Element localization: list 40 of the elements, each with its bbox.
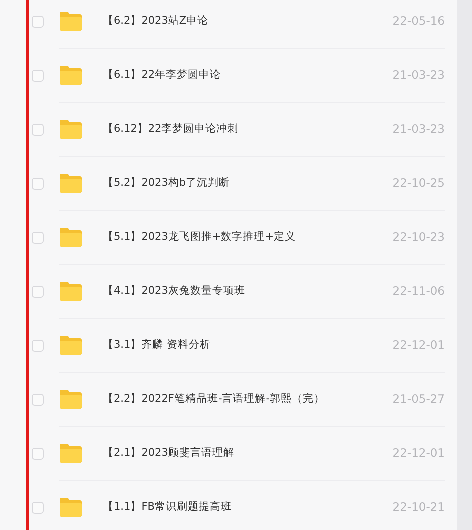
modified-date: 21-03-23 [392, 66, 445, 84]
checkbox[interactable] [32, 286, 44, 298]
checkbox[interactable] [32, 340, 44, 352]
checkbox[interactable] [32, 124, 44, 136]
checkbox[interactable] [32, 448, 44, 460]
checkbox[interactable] [32, 394, 44, 406]
checkbox[interactable] [32, 178, 44, 190]
folder-icon [59, 389, 83, 410]
modified-date: 21-03-23 [392, 120, 445, 138]
checkbox[interactable] [32, 232, 44, 244]
folder-name[interactable]: 【6.12】22李梦圆申论冲刺 [103, 122, 393, 138]
folder-name[interactable]: 【1.1】FB常识刷题提高班 [103, 500, 393, 516]
checkbox[interactable] [32, 502, 44, 514]
folder-icon [59, 119, 83, 140]
folder-name[interactable]: 【3.1】齐麟 资料分析 [103, 338, 393, 354]
folder-name[interactable]: 【6.2】2023站Z申论 [103, 14, 393, 30]
modified-date: 22-05-16 [392, 12, 445, 30]
folder-icon [59, 173, 83, 194]
checkbox[interactable] [32, 70, 44, 82]
folder-icon [59, 65, 83, 86]
folder-icon [59, 227, 83, 248]
folder-icon [59, 335, 83, 356]
folder-name[interactable]: 【5.2】2023构b了沉判断 [103, 176, 393, 192]
folder-name[interactable]: 【2.1】2023顾斐言语理解 [103, 446, 393, 462]
modified-date: 22-10-23 [392, 228, 445, 246]
folder-name[interactable]: 【4.1】2023灰兔数量专项班 [103, 284, 393, 300]
folder-icon [59, 11, 83, 32]
modified-date: 21-05-27 [392, 390, 445, 408]
folder-icon [59, 497, 83, 518]
modified-date: 22-12-01 [392, 336, 445, 354]
modified-date: 22-10-25 [392, 174, 445, 192]
folder-icon [59, 443, 83, 464]
modified-date: 22-12-01 [392, 444, 445, 462]
modified-date: 22-11-06 [392, 282, 445, 300]
modified-date: 22-10-21 [392, 498, 445, 516]
folder-icon [59, 281, 83, 302]
folder-name[interactable]: 【2.2】2022F笔精品班-言语理解-郭熙（完） [103, 392, 393, 408]
checkbox[interactable] [32, 16, 44, 28]
folder-name[interactable]: 【6.1】22年李梦圆申论 [103, 68, 393, 84]
folder-name[interactable]: 【5.1】2023龙飞图推+数字推理+定义 [103, 230, 393, 246]
